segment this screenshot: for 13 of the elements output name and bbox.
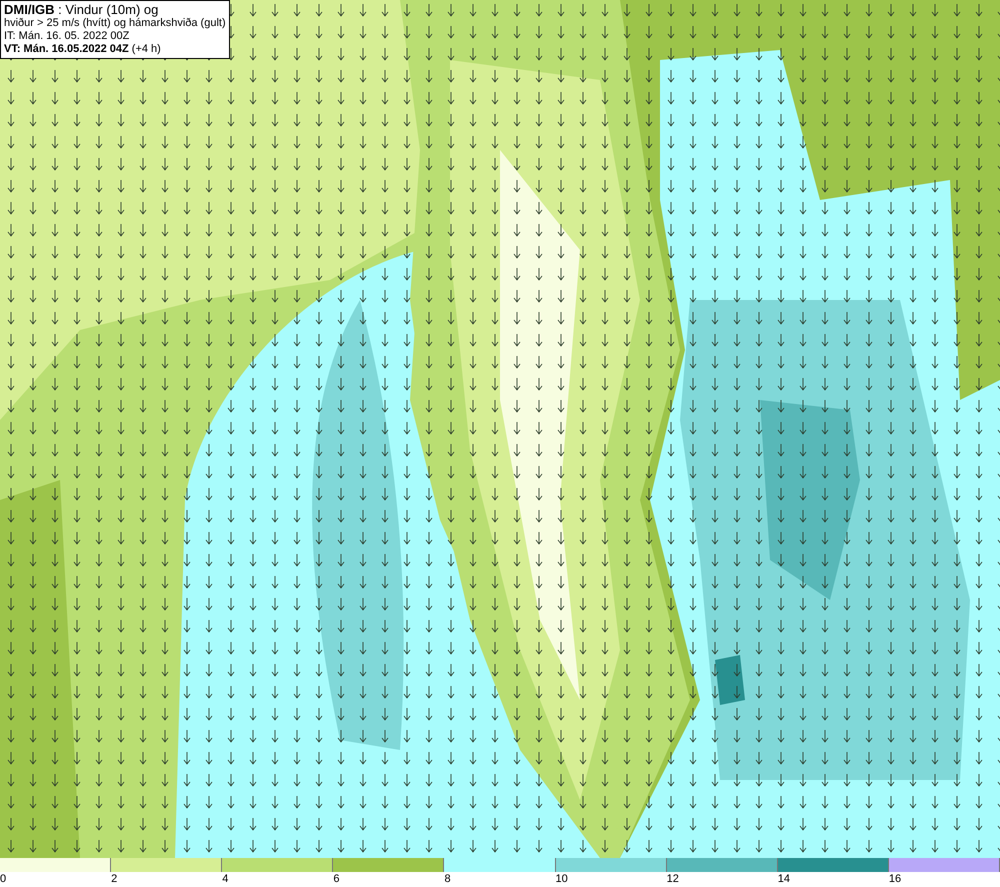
info-text: hviður > 25 m/s (hvítt) og hámarkshviða (gult) xyxy=(4,17,226,30)
legend-label: 0 xyxy=(0,872,6,887)
legend-label: 12 xyxy=(666,872,679,887)
legend-label: 2 xyxy=(111,872,118,887)
legend-label: 10 xyxy=(556,872,568,887)
legend-label: 14 xyxy=(778,872,790,887)
legend-label: 6 xyxy=(333,872,340,887)
info-text: DMI/IGB : Vindur (10m) og xyxy=(4,3,160,17)
legend-label: 8 xyxy=(444,872,451,887)
legend-label: 16 xyxy=(888,872,902,887)
legend-label: 4 xyxy=(222,872,228,887)
info-text: IT: Mán. 16. 05. 2022 00Z xyxy=(4,30,130,43)
info-text: VT: Mán. 16.05.2022 04Z (+4 h) xyxy=(4,43,162,56)
